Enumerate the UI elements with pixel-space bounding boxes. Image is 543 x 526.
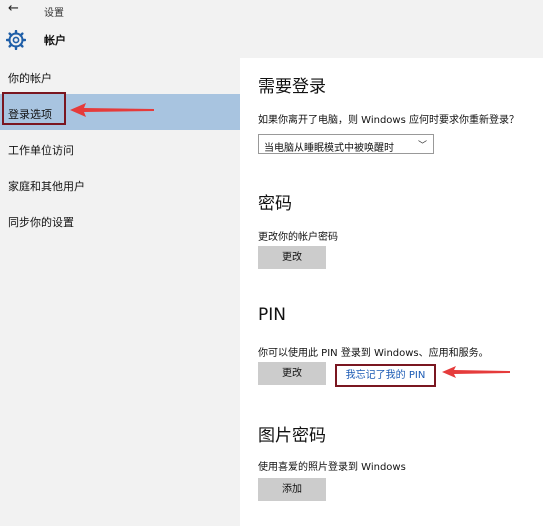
dropdown-value: 当电脑从睡眠模式中被唤醒时 <box>264 143 394 154</box>
sidebar-item-label: 家庭和其他用户 <box>8 180 85 193</box>
sidebar-item-family-other-users[interactable]: 家庭和其他用户 <box>0 166 240 202</box>
sidebar-item-work-access[interactable]: 工作单位访问 <box>0 130 240 166</box>
password-description: 更改你的帐户密码 <box>258 232 338 243</box>
section-title: 帐户 <box>44 34 66 47</box>
title-bar: ← 设置 <box>0 0 543 20</box>
chevron-down-icon: ﹀ <box>417 141 427 151</box>
pin-description: 你可以使用此 PIN 登录到 Windows、应用和服务。 <box>258 348 489 359</box>
annotation-arrow-icon <box>70 103 154 117</box>
sidebar-item-label: 同步你的设置 <box>8 216 74 229</box>
back-arrow-icon[interactable]: ← <box>8 2 19 16</box>
sidebar: 你的帐户 登录选项 工作单位访问 家庭和其他用户 同步你的设置 <box>0 58 240 526</box>
password-heading: 密码 <box>258 194 292 214</box>
app-title: 设置 <box>44 8 64 19</box>
change-pin-button[interactable]: 更改 <box>258 362 326 385</box>
sidebar-item-label: 工作单位访问 <box>8 144 74 157</box>
sidebar-item-sync-settings[interactable]: 同步你的设置 <box>0 202 240 238</box>
annotation-highlight-box <box>2 92 66 125</box>
signin-required-heading: 需要登录 <box>258 77 326 97</box>
annotation-arrow-icon <box>442 366 510 378</box>
settings-header: 帐户 <box>0 20 543 58</box>
pin-heading: PIN <box>258 305 286 325</box>
forgot-pin-link[interactable]: 我忘记了我的 PIN <box>335 364 436 387</box>
sidebar-item-label: 你的帐户 <box>8 72 52 85</box>
signin-required-dropdown[interactable]: 当电脑从睡眠模式中被唤醒时 ﹀ <box>258 134 434 154</box>
change-password-button[interactable]: 更改 <box>258 246 326 269</box>
add-picture-password-button[interactable]: 添加 <box>258 478 326 501</box>
signin-required-description: 如果你离开了电脑，则 Windows 应何时要求你重新登录？ <box>258 115 519 126</box>
gear-icon <box>6 30 26 50</box>
picture-password-heading: 图片密码 <box>258 426 326 446</box>
picture-password-description: 使用喜爱的照片登录到 Windows <box>258 462 406 473</box>
main-content: 需要登录 如果你离开了电脑，则 Windows 应何时要求你重新登录？ 当电脑从… <box>240 58 543 526</box>
sidebar-item-your-account[interactable]: 你的帐户 <box>0 58 240 94</box>
